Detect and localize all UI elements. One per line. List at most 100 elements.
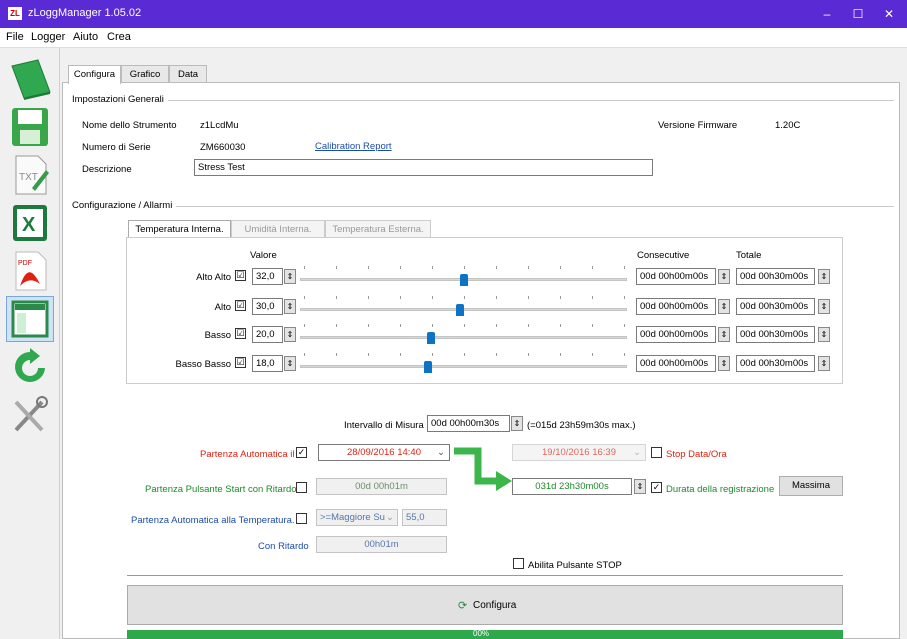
alarm-totale-input[interactable]: 00d 00h30m00s xyxy=(736,326,815,343)
pdf-icon[interactable]: PDF xyxy=(6,248,54,294)
menu-logger[interactable]: Logger xyxy=(31,31,65,43)
alarm-value-spinner[interactable]: ⇕ xyxy=(284,327,296,342)
alarm-consecutive-spinner[interactable]: ⇕ xyxy=(718,269,730,284)
alarm-slider-track[interactable] xyxy=(300,365,627,368)
alarm-slider-thumb[interactable] xyxy=(424,361,432,373)
temp-value-input[interactable]: 55,0 xyxy=(402,509,447,526)
close-button[interactable]: ✕ xyxy=(874,4,904,24)
window-title: zLoggManager 1.05.02 xyxy=(28,7,142,19)
divider xyxy=(168,100,894,101)
save-icon[interactable] xyxy=(6,104,54,150)
alarm-consecutive-spinner[interactable]: ⇕ xyxy=(718,327,730,342)
auto-start-datetime[interactable]: 28/09/2016 14:40 ⌄ xyxy=(318,444,450,461)
alarm-totale-spinner[interactable]: ⇕ xyxy=(818,356,830,371)
maximize-button[interactable]: ☐ xyxy=(843,4,873,24)
tools-icon[interactable] xyxy=(6,392,54,438)
duration-input[interactable]: 031d 23h30m00s xyxy=(512,478,632,495)
excel-icon[interactable]: X xyxy=(6,200,54,246)
alarm-slider-thumb[interactable] xyxy=(460,274,468,286)
alarm-value-spinner[interactable]: ⇕ xyxy=(284,299,296,314)
firmware-label: Versione Firmware xyxy=(658,120,738,131)
auto-start-checkbox[interactable]: ✓ xyxy=(296,447,307,458)
slider-tick xyxy=(432,353,433,356)
alarm-slider-thumb[interactable] xyxy=(427,332,435,344)
alarm-totale-input[interactable]: 00d 00h30m00s xyxy=(736,268,815,285)
refresh-icon[interactable] xyxy=(6,344,54,390)
txt-file-icon[interactable]: TXT xyxy=(6,152,54,198)
duration-checkbox[interactable]: ✓ xyxy=(651,482,662,493)
calibration-report-link[interactable]: Calibration Report xyxy=(315,141,392,152)
menu-crea[interactable]: Crea xyxy=(107,31,131,43)
temp-start-label: Partenza Automatica alla Temperatura. xyxy=(131,515,295,526)
configure-button[interactable]: ⟳ Configura xyxy=(127,585,843,625)
measure-interval-spinner[interactable]: ⇕ xyxy=(511,416,523,431)
alarm-consecutive-spinner[interactable]: ⇕ xyxy=(718,356,730,371)
auto-start-label: Partenza Automatica il xyxy=(200,449,295,460)
subtab-temperatura-esterna[interactable]: Temperatura Esterna. xyxy=(325,220,431,238)
menu-file[interactable]: File xyxy=(6,31,24,43)
temp-condition-select[interactable]: >=Maggiore Su ⌄ xyxy=(316,509,398,526)
menu-aiuto[interactable]: Aiuto xyxy=(73,31,98,43)
tab-data[interactable]: Data xyxy=(169,65,207,83)
delay-input[interactable]: 00h01m xyxy=(316,536,447,553)
alarm-totale-input[interactable]: 00d 00h30m00s xyxy=(736,355,815,372)
alarm-consecutive-input[interactable]: 00d 00h00m00s xyxy=(636,355,716,372)
slider-tick xyxy=(336,296,337,299)
alarm-consecutive-input[interactable]: 00d 00h00m00s xyxy=(636,326,716,343)
slider-tick xyxy=(560,324,561,327)
progress-text: 00% xyxy=(473,629,490,638)
arrow-icon xyxy=(454,447,512,491)
max-duration-button[interactable]: Massima xyxy=(779,476,843,496)
slider-tick xyxy=(304,324,305,327)
button-start-checkbox[interactable] xyxy=(296,482,307,493)
alarm-slider-track[interactable] xyxy=(300,336,627,339)
alarm-checkbox[interactable]: ☑ xyxy=(235,270,246,281)
stop-date-checkbox[interactable] xyxy=(651,447,662,458)
alarm-totale-spinner[interactable]: ⇕ xyxy=(818,299,830,314)
slider-tick xyxy=(528,296,529,299)
alarm-label: Basso Basso xyxy=(175,359,231,370)
alarm-value-input[interactable]: 20,0 xyxy=(252,326,283,343)
slider-tick xyxy=(304,353,305,356)
alarm-value-input[interactable]: 18,0 xyxy=(252,355,283,372)
delay-label: Con Ritardo xyxy=(258,541,309,552)
button-start-delay[interactable]: 00d 00h01m xyxy=(316,478,447,495)
measure-interval-input[interactable]: 00d 00h00m30s xyxy=(427,415,510,432)
alarm-consecutive-input[interactable]: 00d 00h00m00s xyxy=(636,268,716,285)
window-layout-icon[interactable] xyxy=(6,296,54,342)
duration-spinner[interactable]: ⇕ xyxy=(634,479,646,494)
alarm-slider-thumb[interactable] xyxy=(456,304,464,316)
app-icon: ZL xyxy=(8,7,22,20)
alarm-value-spinner[interactable]: ⇕ xyxy=(284,269,296,284)
alarm-checkbox[interactable]: ☑ xyxy=(235,328,246,339)
subtab-temperatura-interna[interactable]: Temperatura Interna. xyxy=(128,220,231,238)
alarm-totale-spinner[interactable]: ⇕ xyxy=(818,327,830,342)
alarm-consecutive-input[interactable]: 00d 00h00m00s xyxy=(636,298,716,315)
alarm-value-spinner[interactable]: ⇕ xyxy=(284,356,296,371)
temp-start-checkbox[interactable] xyxy=(296,513,307,524)
stop-datetime[interactable]: 19/10/2016 16:39 ⌄ xyxy=(512,444,646,461)
alarm-value-input[interactable]: 32,0 xyxy=(252,268,283,285)
instrument-name-value: z1LcdMu xyxy=(200,120,239,131)
configure-button-label: Configura xyxy=(473,600,517,611)
chevron-down-icon: ⌄ xyxy=(437,447,445,458)
subtab-umidita-interna[interactable]: Umidità Interna. xyxy=(231,220,325,238)
tab-grafico[interactable]: Grafico xyxy=(121,65,169,83)
alarm-consecutive-spinner[interactable]: ⇕ xyxy=(718,299,730,314)
slider-tick xyxy=(592,296,593,299)
slider-tick xyxy=(336,353,337,356)
alarm-label: Basso xyxy=(204,330,231,341)
description-input[interactable]: Stress Test xyxy=(194,159,653,176)
alarm-checkbox[interactable]: ☑ xyxy=(235,357,246,368)
chevron-down-icon: ⌄ xyxy=(633,447,641,458)
stop-button-checkbox[interactable] xyxy=(513,558,524,569)
book-icon[interactable] xyxy=(6,56,54,102)
minimize-button[interactable]: – xyxy=(812,4,842,24)
tab-configura[interactable]: Configura xyxy=(68,65,121,84)
alarm-checkbox[interactable]: ☑ xyxy=(235,300,246,311)
slider-tick xyxy=(496,324,497,327)
alarm-label: Alto Alto xyxy=(196,272,231,283)
alarm-value-input[interactable]: 30,0 xyxy=(252,298,283,315)
alarm-totale-input[interactable]: 00d 00h30m00s xyxy=(736,298,815,315)
alarm-totale-spinner[interactable]: ⇕ xyxy=(818,269,830,284)
